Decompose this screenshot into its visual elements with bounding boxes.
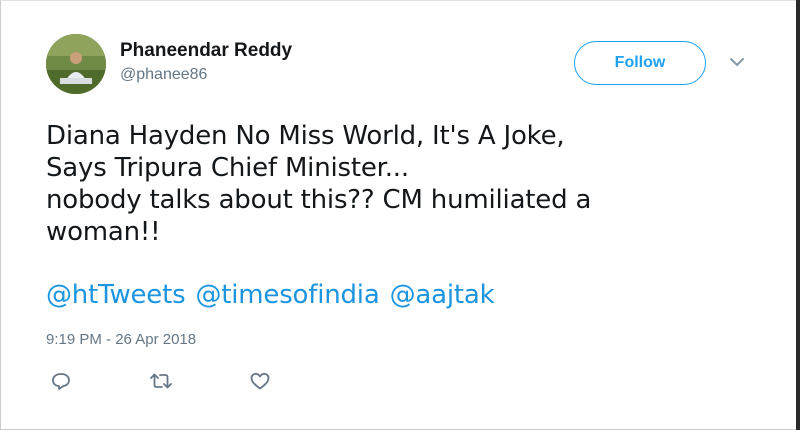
mentions: @htTweets @timesofindia @aajtak — [46, 279, 504, 311]
mention-link[interactable]: @aajtak — [390, 280, 495, 310]
timestamp[interactable]: 9:19 PM - 26 Apr 2018 — [46, 331, 196, 348]
window-edge — [796, 0, 800, 430]
tweet-text-line: nobody talks about this?? CM humiliated … — [46, 185, 592, 215]
heart-icon[interactable] — [249, 371, 271, 391]
mention-link[interactable]: @htTweets — [46, 280, 186, 310]
author-handle[interactable]: @phanee86 — [120, 66, 207, 84]
avatar[interactable] — [46, 34, 106, 94]
chevron-down-icon[interactable] — [728, 55, 746, 69]
tweet-text-line: woman!! — [46, 217, 161, 247]
retweet-icon[interactable] — [148, 371, 174, 391]
tweet-text-line: Diana Hayden No Miss World, It's A Joke, — [46, 121, 565, 151]
mention-link[interactable]: @timesofindia — [195, 280, 379, 310]
reply-icon[interactable] — [50, 371, 72, 391]
avatar-photo — [46, 34, 106, 94]
author-name[interactable]: Phaneendar Reddy — [120, 40, 292, 62]
tweet-text: Diana Hayden No Miss World, It's A Joke,… — [46, 120, 746, 248]
tweet-text-line: Says Tripura Chief Minister... — [46, 153, 409, 183]
follow-button[interactable]: Follow — [574, 41, 706, 85]
